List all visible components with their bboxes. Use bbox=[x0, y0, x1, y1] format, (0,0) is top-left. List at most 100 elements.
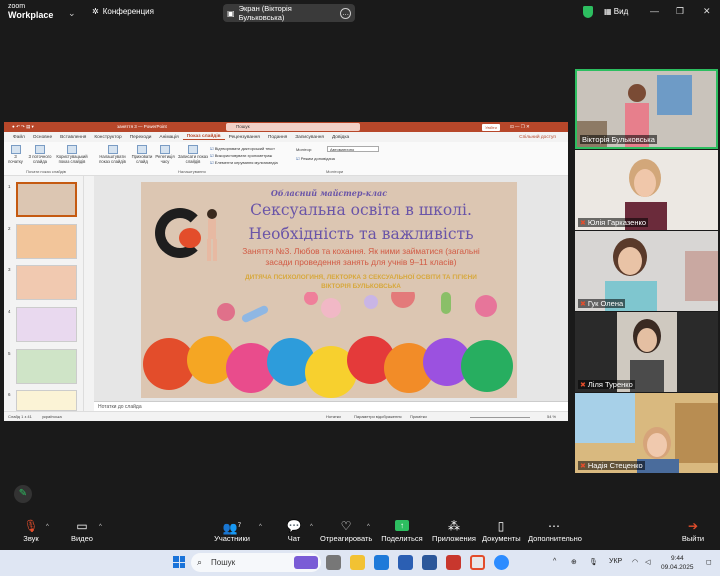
slide-thumbnail[interactable] bbox=[16, 224, 77, 259]
setup-show-button[interactable]: Налаштувати показ слайдів bbox=[96, 145, 129, 165]
autosave-icon[interactable]: ● ↶ ↷ ▤ ▾ bbox=[12, 124, 34, 130]
screen-share-pill[interactable]: ▣ Экран (Вікторія Бульковська) … bbox=[223, 4, 355, 22]
apps-button[interactable]: ⁂ Приложения bbox=[432, 518, 476, 543]
more-options-icon[interactable]: … bbox=[340, 7, 351, 19]
share-screen-button[interactable]: ↑ Поделиться bbox=[380, 518, 424, 543]
from-start-button[interactable]: З початку bbox=[7, 145, 24, 165]
share-access-button[interactable]: Спільний доступ bbox=[515, 135, 560, 140]
comments-button[interactable]: Примітки bbox=[410, 414, 427, 419]
screen-label: Экран (Вікторія Бульковська) bbox=[238, 4, 292, 22]
video-tile[interactable]: ✖ Ліля Туренко bbox=[575, 312, 718, 392]
tray-chevron-icon[interactable]: ^ bbox=[553, 558, 556, 565]
signin-button[interactable]: Увійти bbox=[482, 123, 500, 131]
more-button[interactable]: ⋯ Дополнительно bbox=[528, 518, 582, 543]
pp-search-input[interactable]: Пошук bbox=[226, 123, 360, 131]
conference-menu[interactable]: ✲ Конференция bbox=[92, 7, 154, 16]
windows-start-icon[interactable] bbox=[173, 556, 185, 568]
wifi-icon[interactable]: ◠ bbox=[632, 558, 638, 566]
audio-label: Звук bbox=[23, 534, 39, 543]
clock[interactable]: 9:44 09.04.2025 bbox=[661, 554, 694, 572]
zoom-app-icon[interactable] bbox=[494, 555, 509, 570]
hide-slide-button[interactable]: Приховати слайд bbox=[130, 145, 154, 165]
ribbon-tab[interactable]: Анімація bbox=[155, 135, 182, 140]
minimize-icon[interactable]: — bbox=[650, 6, 659, 16]
rehearse-button[interactable]: Репетиція часу bbox=[154, 145, 176, 165]
video-tile[interactable]: ✖ Юлія Гарказенко bbox=[575, 150, 718, 230]
slide-thumbnail[interactable] bbox=[16, 349, 77, 384]
chat-icon: 💬 bbox=[286, 519, 302, 533]
edge-icon[interactable] bbox=[374, 555, 389, 570]
ribbon-tab[interactable]: Довідка bbox=[328, 135, 353, 140]
word-icon[interactable] bbox=[422, 555, 437, 570]
notes-button[interactable]: Нотатки bbox=[326, 414, 341, 419]
ribbon-tab[interactable]: Записування bbox=[291, 135, 328, 140]
setup-icon bbox=[107, 145, 118, 154]
chevron-down-icon[interactable]: ⌄ bbox=[68, 8, 76, 19]
participants-icon: 👥7 bbox=[222, 521, 242, 535]
video-tile[interactable]: Вікторія Бульковська bbox=[575, 69, 718, 149]
from-current-label: З поточного слайда bbox=[28, 154, 52, 164]
use-timings-checkbox[interactable]: Використовувати хронометраж bbox=[210, 153, 273, 158]
custom-show-button[interactable]: Користувацький показ слайдів bbox=[54, 145, 90, 165]
slide-title-line1: Сексуальна освіта в школі. bbox=[250, 201, 472, 219]
ribbon-tab[interactable]: Подання bbox=[264, 135, 291, 140]
network-icon[interactable]: ⊕ bbox=[571, 558, 577, 566]
zoom-slider[interactable] bbox=[470, 417, 530, 418]
presenter-view-checkbox[interactable]: Режим доповідача bbox=[296, 156, 335, 161]
chevron-up-icon[interactable]: ^ bbox=[99, 524, 102, 530]
maximize-icon[interactable]: ❐ bbox=[676, 6, 684, 17]
chevron-up-icon[interactable]: ^ bbox=[310, 524, 313, 530]
slide-thumbnail[interactable] bbox=[16, 182, 77, 217]
slide-thumbnail[interactable] bbox=[16, 265, 77, 300]
from-current-button[interactable]: З поточного слайда bbox=[28, 145, 52, 165]
shared-screen[interactable]: ● ↶ ↷ ▤ ▾ заняття 3 — PowerPoint Пошук У… bbox=[4, 122, 568, 421]
shield-icon[interactable] bbox=[583, 6, 593, 18]
task-view-icon[interactable] bbox=[326, 555, 341, 570]
chat-button[interactable]: 💬 Чат bbox=[285, 518, 303, 543]
chevron-up-icon[interactable]: ^ bbox=[259, 524, 262, 530]
video-tile[interactable]: ✖ Надія Стеценко bbox=[575, 393, 718, 473]
chevron-up-icon[interactable]: ^ bbox=[367, 524, 370, 530]
weather-widget-icon[interactable] bbox=[294, 556, 318, 569]
view-button[interactable]: ▦ Вид bbox=[604, 7, 628, 16]
documents-button[interactable]: ▯ Документы bbox=[482, 518, 521, 543]
microphone-tray-icon[interactable]: 🎙 bbox=[589, 558, 598, 566]
ribbon-tab[interactable]: Вставлення bbox=[56, 135, 90, 140]
play-narrations-checkbox[interactable]: Відтворювати дикторський текст bbox=[210, 146, 275, 151]
search-icon: ⌕ bbox=[197, 557, 203, 567]
ribbon-tab[interactable]: Рецензування bbox=[225, 135, 264, 140]
hide-slide-icon bbox=[137, 145, 147, 154]
store-icon[interactable] bbox=[398, 555, 413, 570]
ribbon-tab[interactable]: Показ слайдів bbox=[182, 134, 225, 140]
slide-thumbnail[interactable] bbox=[16, 307, 77, 342]
chevron-up-icon[interactable]: ^ bbox=[46, 524, 49, 530]
current-slide[interactable]: Обласний майстер-клас Сексуальна освіта … bbox=[141, 182, 517, 398]
ribbon-tab[interactable]: Переходи bbox=[126, 135, 156, 140]
participants-button[interactable]: 👥7 Участники bbox=[212, 518, 252, 543]
file-explorer-icon[interactable] bbox=[350, 555, 365, 570]
pp-window-controls-icon[interactable]: ⊡ — ❐ ✕ bbox=[510, 124, 530, 130]
language-indicator[interactable]: УКР bbox=[609, 558, 622, 565]
ribbon-tabs: Файл Основне Вставлення Конструктор Переходи… bbox=[4, 132, 568, 142]
slide-thumbnail[interactable] bbox=[16, 390, 77, 411]
notes-pane[interactable]: Нотатки до слайда bbox=[94, 401, 568, 411]
hide-slide-label: Приховати слайд bbox=[131, 154, 153, 164]
react-button[interactable]: ♡ Отреагировать bbox=[320, 518, 372, 543]
ribbon-tab[interactable]: Файл bbox=[9, 135, 29, 140]
media-controls-checkbox[interactable]: Елементи керування мультимедіа bbox=[210, 160, 278, 165]
display-settings-button[interactable]: Параметри відображення bbox=[354, 414, 402, 419]
ribbon-tab[interactable]: Основне bbox=[29, 135, 56, 140]
audio-button[interactable]: 🎙 Звук bbox=[18, 518, 44, 543]
monitor-select[interactable]: Автоматично bbox=[327, 146, 379, 152]
ribbon-tab[interactable]: Конструктор bbox=[90, 135, 125, 140]
record-button[interactable]: Записати показ слайдів bbox=[177, 145, 209, 165]
video-tile[interactable]: ✖ Гук Олена bbox=[575, 231, 718, 311]
leave-button[interactable]: ➔ Выйти bbox=[680, 518, 706, 543]
close-icon[interactable]: ✕ bbox=[703, 6, 711, 17]
annotate-pen-icon[interactable]: ✎ bbox=[14, 485, 32, 503]
video-button[interactable]: ▭ Видео bbox=[68, 518, 96, 543]
volume-icon[interactable]: ◁ bbox=[645, 558, 650, 566]
app-icon[interactable] bbox=[446, 555, 461, 570]
chrome-icon[interactable] bbox=[470, 555, 485, 570]
notifications-icon[interactable]: ◻ bbox=[706, 558, 712, 566]
